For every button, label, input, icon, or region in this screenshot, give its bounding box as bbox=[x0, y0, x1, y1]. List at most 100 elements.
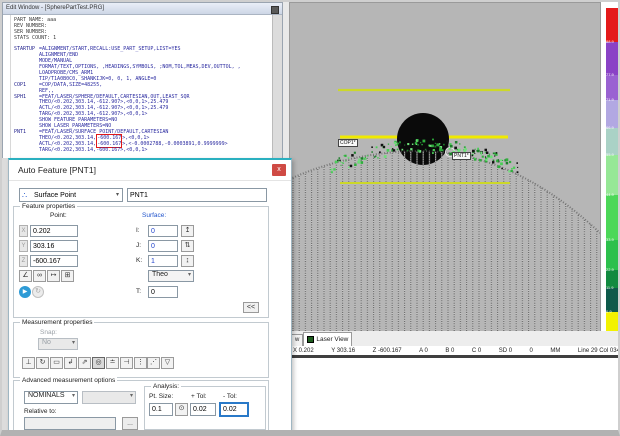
scale-segment: 55.9 bbox=[606, 155, 619, 195]
scale-tick-label: 71.9 bbox=[606, 98, 614, 102]
scale-tick-label: 22.9 bbox=[606, 268, 614, 272]
measure-order-icon[interactable]: ∠ bbox=[19, 270, 32, 282]
t-label: T: bbox=[136, 288, 141, 295]
x-value-input[interactable] bbox=[30, 225, 78, 237]
scale-tick-label: 11.9 bbox=[606, 286, 614, 290]
z-value-input[interactable] bbox=[30, 255, 78, 267]
status-field: C 0 bbox=[472, 348, 481, 354]
point-density-icon[interactable]: ⋮ bbox=[134, 357, 147, 369]
dialog-titlebar[interactable]: Auto Feature [PNT1] bbox=[9, 160, 291, 181]
edit-window: Edit Window - [SpherePartTest.PRG] PART … bbox=[2, 2, 283, 160]
region-icon[interactable]: ▭ bbox=[50, 357, 63, 369]
close-icon[interactable]: x bbox=[272, 164, 286, 176]
nominals-select[interactable]: NOMINALS ▾ bbox=[24, 391, 78, 404]
auto-feature-dialog: Auto Feature [PNT1] x ∴ Surface Point ▾ … bbox=[8, 158, 292, 432]
chevron-down-icon: ▾ bbox=[130, 392, 133, 399]
swap-vector-icon[interactable]: ↨ bbox=[181, 255, 194, 267]
scale-tick-label: 88.9 bbox=[606, 40, 614, 44]
advanced-options-group: Advanced measurement options NOMINALS ▾ … bbox=[13, 380, 269, 434]
stats-icon[interactable]: ⇗ bbox=[78, 357, 91, 369]
scale-segment: 71.9 bbox=[606, 100, 619, 128]
pt-size-label: Pt. Size: bbox=[149, 393, 173, 400]
relative-to-label: Relative to: bbox=[24, 408, 57, 415]
chevron-down-icon: ▾ bbox=[72, 392, 75, 399]
edit-window-button[interactable] bbox=[271, 6, 279, 14]
browse-button[interactable]: ... bbox=[122, 417, 138, 430]
scale-tick-label: 66.9 bbox=[606, 126, 614, 130]
rescan-icon[interactable]: ↻ bbox=[36, 357, 49, 369]
pattern-grid-icon[interactable]: ⊞ bbox=[61, 270, 74, 282]
snap-label: Snap: bbox=[40, 329, 57, 336]
feature-id-label: COP1* bbox=[338, 139, 358, 147]
deviation-color-scale: 88.9 77.9 71.9 66.9 55.9 44.933.9 22.9 11.9 0.9 bbox=[606, 8, 619, 340]
tab-w[interactable]: w bbox=[291, 334, 303, 346]
chevron-down-icon: ▾ bbox=[116, 189, 119, 202]
t-value-input[interactable] bbox=[148, 286, 178, 298]
relative-to-input[interactable] bbox=[24, 417, 116, 430]
probe-depth-icon[interactable]: ⊥ bbox=[22, 357, 35, 369]
k-value-input[interactable] bbox=[148, 255, 178, 267]
theo-mode-select[interactable]: Theo ▾ bbox=[148, 270, 194, 282]
crosshair-target-icon[interactable]: ◎ bbox=[92, 357, 105, 369]
level-icon[interactable]: ≐ bbox=[106, 357, 119, 369]
find-nominals-icon[interactable]: ∞ bbox=[33, 270, 46, 282]
feature-properties-group: Feature properties Point: Surface: X Y Z… bbox=[13, 206, 269, 318]
flip-vector-icon[interactable]: ⇅ bbox=[181, 240, 194, 252]
edit-window-titlebar[interactable]: Edit Window - [SpherePartTest.PRG] bbox=[3, 3, 282, 15]
nominals-value: NOMINALS bbox=[28, 392, 65, 399]
status-field: SD 0 bbox=[499, 348, 512, 354]
minus-tol-input[interactable] bbox=[219, 402, 249, 417]
status-field: Y 303.16 bbox=[331, 348, 355, 354]
feature-type-value: Surface Point bbox=[34, 192, 76, 199]
normal-vector-icon[interactable]: ↥ bbox=[181, 225, 194, 237]
scale-tick-label: 55.9 bbox=[606, 153, 614, 157]
filter-icon[interactable]: ▽ bbox=[161, 357, 174, 369]
y-axis-label: Y bbox=[19, 240, 28, 252]
tab-laser-view[interactable]: Laser View bbox=[303, 332, 352, 346]
dialog-title: Auto Feature [PNT1] bbox=[18, 165, 96, 175]
snap-select[interactable]: No ▾ bbox=[38, 338, 78, 350]
scale-segment: 44.9 bbox=[606, 195, 619, 240]
scale-tick-label: 77.9 bbox=[606, 73, 614, 77]
pt-size-input[interactable] bbox=[149, 403, 173, 416]
surface-label: Surface: bbox=[142, 212, 166, 219]
i-value-input[interactable] bbox=[148, 225, 178, 237]
test-button[interactable]: ▶ bbox=[19, 286, 31, 298]
j-value-input[interactable] bbox=[148, 240, 178, 252]
point-indicator-icon[interactable]: ↦ bbox=[47, 270, 60, 282]
collapse-button[interactable]: << bbox=[243, 302, 259, 313]
k-label: K: bbox=[136, 257, 142, 264]
j-label: J: bbox=[136, 242, 141, 249]
plus-tol-input[interactable] bbox=[190, 403, 216, 416]
scale-segment: 88.9 bbox=[606, 42, 619, 75]
edit-window-scrollbar[interactable] bbox=[272, 15, 282, 159]
y-value-input[interactable] bbox=[30, 240, 78, 252]
program-code-area[interactable]: PART NAME: aaaREV NUMBER:SER NUMBER:STAT… bbox=[3, 15, 273, 159]
scan-points-icon[interactable]: ⋰ bbox=[147, 357, 160, 369]
feature-type-select[interactable]: ∴ Surface Point ▾ bbox=[19, 188, 123, 202]
return-path-icon[interactable]: ↲ bbox=[64, 357, 77, 369]
point-label: Point: bbox=[50, 212, 67, 219]
nominals-mode-select[interactable]: ▾ bbox=[82, 391, 136, 404]
pcdmis-main-window: Edit Window - [SpherePartTest.PRG] PART … bbox=[0, 0, 620, 436]
feature-properties-legend: Feature properties bbox=[20, 203, 77, 211]
code-line: TARG/<0.202,303.14,-600.167>,<0,0,1> bbox=[14, 148, 273, 154]
highlighted-value: -600.167 bbox=[96, 134, 122, 141]
feature-name-input[interactable] bbox=[127, 188, 267, 202]
advanced-options-legend: Advanced measurement options bbox=[20, 377, 117, 385]
chevron-down-icon: ▾ bbox=[72, 339, 75, 346]
status-field: B 0 bbox=[445, 348, 454, 354]
analysis-legend: Analysis: bbox=[151, 383, 181, 391]
point-cloud-scene bbox=[290, 3, 600, 331]
offset-icon[interactable]: ⊣ bbox=[120, 357, 133, 369]
pointcloud-view-icon[interactable]: ⊙ bbox=[175, 403, 188, 416]
laser-view-panel[interactable]: COP1*PNT1* bbox=[289, 2, 601, 332]
scale-tick-label: 33.9 bbox=[606, 238, 614, 242]
regenerate-button[interactable]: ↻ bbox=[32, 286, 44, 298]
analysis-group: Analysis: Pt. Size: + Tol: - Tol: ⊙ bbox=[144, 386, 266, 430]
status-field: MM bbox=[550, 348, 560, 354]
scale-tick-label: 0.9 bbox=[606, 310, 612, 314]
chevron-down-icon: ▾ bbox=[188, 271, 191, 278]
status-bar: X 0.202Y 303.16Z -600.167A 0B 0C 0SD 00M… bbox=[293, 346, 620, 355]
tab-label: w bbox=[295, 337, 299, 343]
